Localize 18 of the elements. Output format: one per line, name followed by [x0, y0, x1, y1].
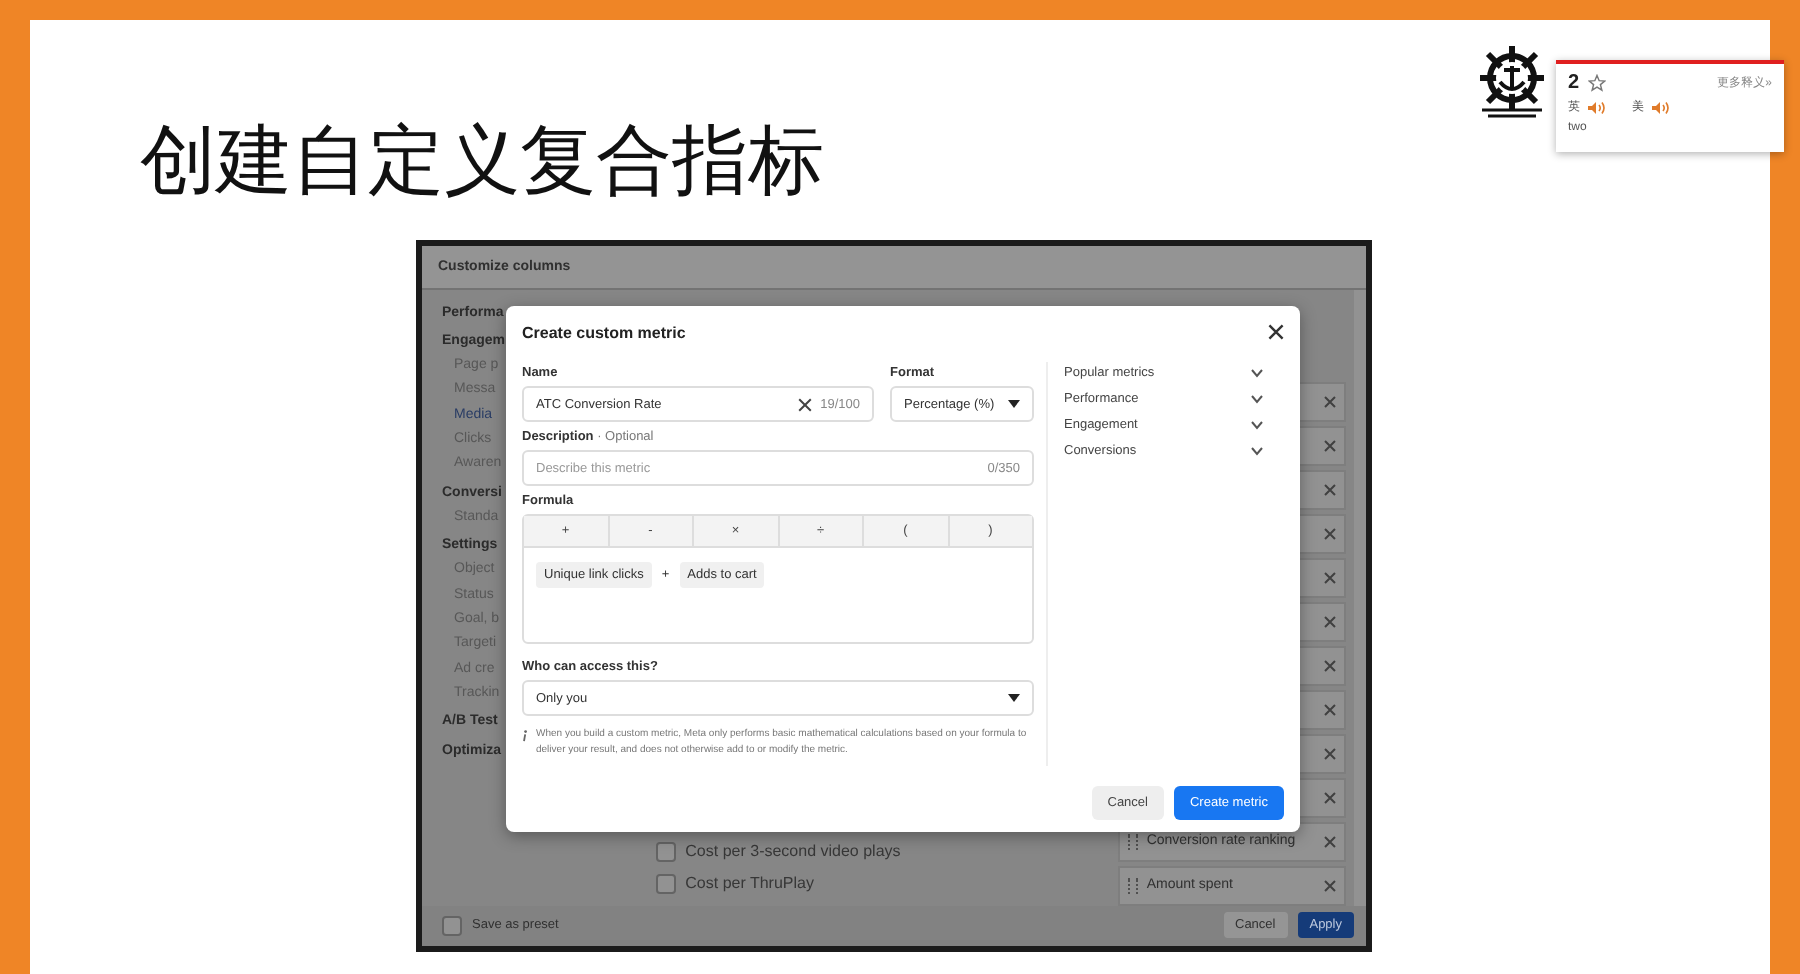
clear-icon[interactable] [798, 397, 813, 411]
close-icon[interactable] [1268, 324, 1284, 340]
modal-title: Create custom metric [522, 323, 686, 341]
checkbox[interactable] [655, 841, 676, 861]
scrollbar[interactable] [1354, 289, 1366, 905]
dropdown-triangle-icon [1008, 694, 1020, 702]
speaker-icon[interactable] [1650, 99, 1670, 115]
slide-title: 创建自定义复合指标 [140, 114, 824, 208]
drag-handle-icon[interactable] [1128, 877, 1139, 893]
info-icon [522, 730, 528, 742]
metric-option-label: Cost per ThruPlay [685, 874, 814, 892]
star-icon[interactable] [1587, 74, 1606, 92]
checkbox[interactable] [442, 915, 462, 936]
dropdown-triangle-icon [1008, 400, 1020, 408]
dictionary-word: 2 [1568, 72, 1580, 94]
checkbox[interactable] [655, 873, 676, 893]
speaker-icon[interactable] [1586, 99, 1606, 115]
metric-option-label: Cost per 3-second video plays [685, 842, 901, 860]
